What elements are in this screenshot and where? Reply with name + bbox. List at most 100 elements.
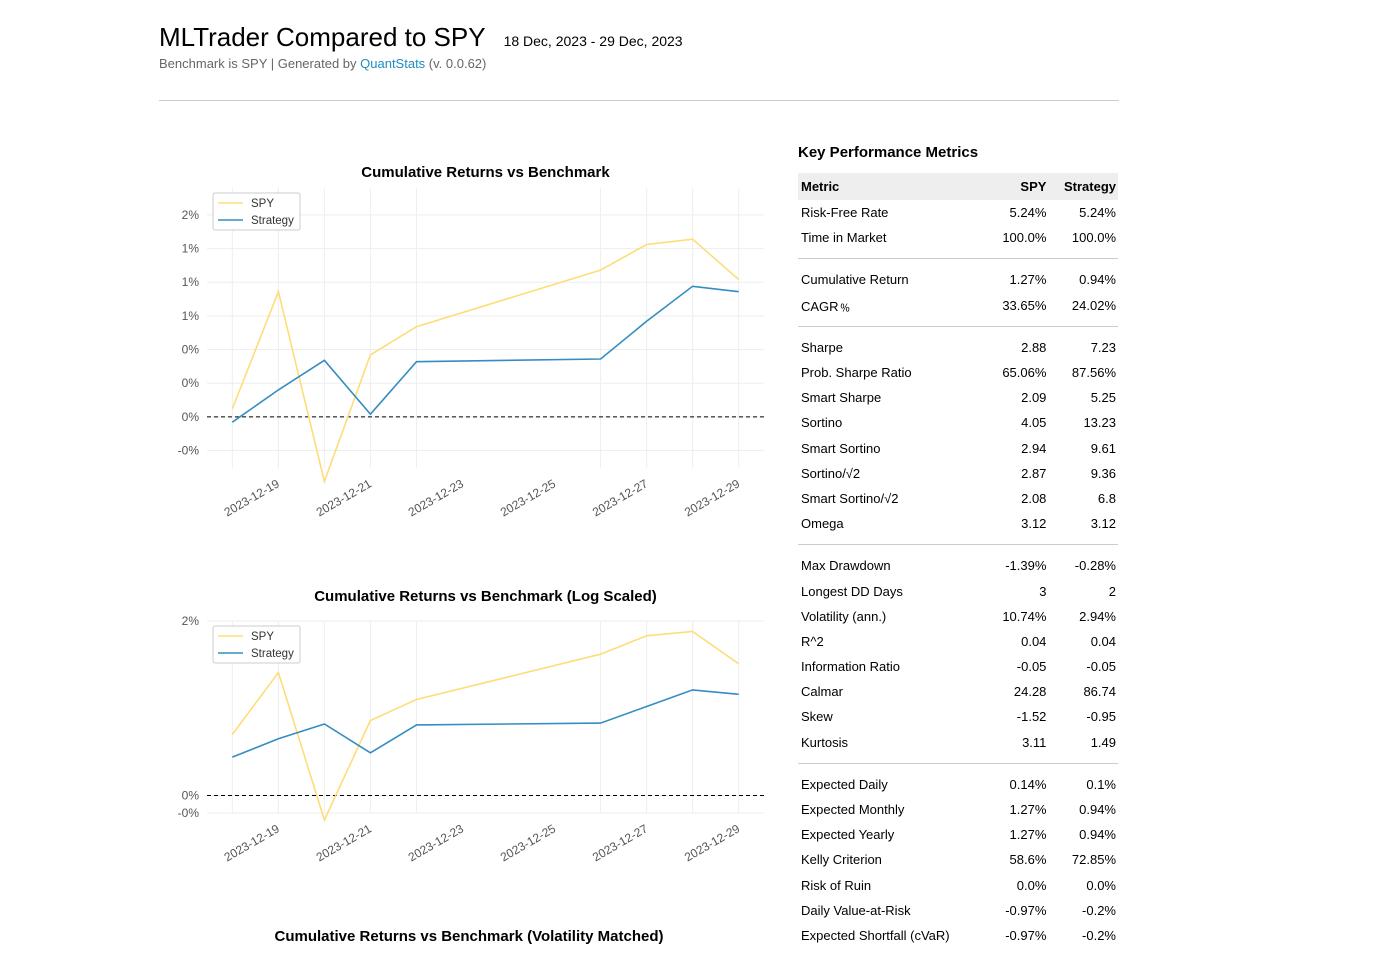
metric-row: Daily Value-at-Risk -0.97% -0.2% bbox=[798, 898, 1118, 923]
metric-name: Sortino bbox=[801, 415, 843, 431]
cumulative-returns-log-chart: Cumulative Returns vs Benchmark (Log Sca… bbox=[150, 580, 780, 880]
metric-strategy-value: 0.0% bbox=[1086, 877, 1116, 893]
metric-strategy-value: 87.56% bbox=[1071, 365, 1116, 381]
key-performance-metrics: Key Performance Metrics Metric SPY Strat… bbox=[798, 140, 1118, 948]
metric-row: Longest DD Days 3 2 bbox=[798, 578, 1118, 603]
metric-name: Expected Monthly bbox=[801, 802, 905, 818]
y-tick-label: 0% bbox=[182, 789, 200, 803]
y-tick-label: 2% bbox=[182, 208, 200, 222]
report-title: MLTrader Compared to SPY bbox=[159, 22, 486, 52]
metric-name: Skew bbox=[801, 709, 833, 725]
metric-row: Smart Sharpe 2.09 5.25 bbox=[798, 385, 1118, 410]
metric-strategy-value: 2.94% bbox=[1079, 608, 1116, 624]
metric-strategy-value: 3.12 bbox=[1090, 516, 1116, 532]
metric-spy-value: 65.06% bbox=[1002, 365, 1047, 381]
metric-row: Expected Yearly 1.27% 0.94% bbox=[798, 822, 1118, 847]
metric-strategy-value: 72.85% bbox=[1071, 852, 1116, 868]
metric-strategy-value: 86.74 bbox=[1083, 684, 1116, 700]
metric-spy-value: 58.6% bbox=[1009, 852, 1047, 868]
metric-spy-value: -0.05 bbox=[1016, 659, 1047, 675]
legend-label-spy: SPY bbox=[251, 631, 274, 643]
metric-row: CAGR﹪ 33.65% 24.02% bbox=[798, 293, 1118, 318]
metric-row: Calmar 24.28 86.74 bbox=[798, 679, 1118, 704]
metric-row: Sortino 4.05 13.23 bbox=[798, 410, 1118, 435]
x-tick-label: 2023-12-19 bbox=[222, 476, 282, 519]
x-tick-label: 2023-12-25 bbox=[498, 476, 558, 519]
subtitle-prefix: Benchmark is SPY | Generated by bbox=[159, 56, 361, 71]
metric-spy-value: 2.08 bbox=[1021, 490, 1047, 506]
metric-spy-value: 100.0% bbox=[1002, 230, 1047, 246]
metric-spy-value: 5.24% bbox=[1009, 205, 1047, 221]
metric-row: Prob. Sharpe Ratio 65.06% 87.56% bbox=[798, 360, 1118, 385]
metric-name: Risk of Ruin bbox=[801, 877, 872, 893]
y-tick-label: 0% bbox=[182, 343, 200, 357]
metric-strategy-value: 5.25 bbox=[1090, 390, 1116, 406]
metric-strategy-value: 9.36 bbox=[1090, 465, 1116, 481]
metric-strategy-value: 1.49 bbox=[1090, 734, 1116, 750]
metric-strategy-value: 100.0% bbox=[1071, 230, 1116, 246]
metrics-separator bbox=[798, 536, 1118, 553]
metric-name: Omega bbox=[801, 516, 844, 532]
metric-spy-value: -0.97% bbox=[1005, 927, 1047, 943]
metric-row: Skew -1.52 -0.95 bbox=[798, 704, 1118, 729]
metric-row: Kurtosis 3.11 1.49 bbox=[798, 730, 1118, 755]
quantstats-link[interactable]: QuantStats bbox=[360, 56, 425, 71]
metric-name: Smart Sortino/√2 bbox=[801, 490, 899, 506]
legend-label-strategy: Strategy bbox=[251, 648, 294, 660]
metric-spy-value: 3.11 bbox=[1022, 734, 1047, 750]
metric-strategy-value: 0.94% bbox=[1079, 802, 1116, 818]
metric-spy-value: 2.09 bbox=[1021, 390, 1047, 406]
metric-name: Calmar bbox=[801, 684, 843, 700]
metric-row: Cumulative Return 1.27% 0.94% bbox=[798, 267, 1118, 292]
report-subtitle: Benchmark is SPY | Generated by QuantSta… bbox=[159, 56, 1119, 71]
x-tick-label: 2023-12-19 bbox=[222, 821, 282, 864]
report-header: MLTrader Compared to SPY 18 Dec, 2023 - … bbox=[159, 22, 1119, 71]
metric-name: Smart Sharpe bbox=[801, 390, 882, 406]
metric-name: Longest DD Days bbox=[801, 583, 903, 599]
volatility-matched-chart-title: Cumulative Returns vs Benchmark (Volatil… bbox=[274, 928, 664, 945]
subtitle-version: (v. 0.0.62) bbox=[425, 56, 487, 71]
metric-spy-value: 4.05 bbox=[1021, 415, 1047, 431]
metrics-table: Metric SPY Strategy Risk-Free Rate 5.24% 5… bbox=[798, 173, 1118, 948]
metric-row: Information Ratio -0.05 -0.05 bbox=[798, 654, 1118, 679]
metric-strategy-value: -0.2% bbox=[1082, 927, 1116, 943]
metric-strategy-value: -0.2% bbox=[1082, 902, 1116, 918]
date-range: 18 Dec, 2023 - 29 Dec, 2023 bbox=[503, 33, 683, 49]
metrics-header-row: Metric SPY Strategy bbox=[798, 173, 1118, 200]
metric-row: Omega 3.12 3.12 bbox=[798, 511, 1118, 536]
y-tick-label: 2% bbox=[182, 614, 200, 628]
metric-name: Smart Sortino bbox=[801, 440, 881, 456]
cumulative-returns-svg: Cumulative Returns vs Benchmark 2% 1% 1% 1% 0… bbox=[178, 164, 764, 519]
x-tick-label: 2023-12-29 bbox=[682, 821, 742, 864]
x-tick-label: 2023-12-23 bbox=[406, 476, 466, 519]
metric-row: Smart Sortino/√2 2.08 6.8 bbox=[798, 486, 1118, 511]
y-tick-label: -0% bbox=[178, 444, 200, 458]
metric-name: Prob. Sharpe Ratio bbox=[801, 365, 912, 381]
metric-spy-value: 0.0% bbox=[1016, 877, 1047, 893]
metric-strategy-value: 7.23 bbox=[1090, 339, 1116, 355]
metric-row: Max Drawdown -1.39% -0.28% bbox=[798, 553, 1118, 578]
metric-name: Risk-Free Rate bbox=[801, 205, 889, 221]
metric-spy-value: 3 bbox=[1039, 583, 1047, 599]
metric-spy-value: 0.14% bbox=[1009, 776, 1047, 792]
metric-strategy-value: 6.8 bbox=[1097, 490, 1116, 506]
legend-label-strategy: Strategy bbox=[251, 215, 294, 227]
metric-spy-value: 10.74% bbox=[1002, 608, 1047, 624]
metric-spy-value: 0.04 bbox=[1021, 633, 1047, 649]
metric-strategy-value: 0.94% bbox=[1079, 272, 1116, 288]
y-tick-label: 1% bbox=[182, 309, 200, 323]
metric-spy-value: 3.12 bbox=[1021, 516, 1047, 532]
metric-name: Expected Daily bbox=[801, 776, 888, 792]
metric-spy-value: 1.27% bbox=[1009, 272, 1047, 288]
strategy-series-line bbox=[232, 689, 739, 758]
metric-strategy-value: -0.95 bbox=[1086, 709, 1116, 725]
metric-spy-value: 2.88 bbox=[1021, 339, 1047, 355]
y-tick-label: 1% bbox=[182, 242, 200, 256]
metric-spy-value: 2.87 bbox=[1021, 465, 1047, 481]
metric-row: Risk of Ruin 0.0% 0.0% bbox=[798, 873, 1118, 898]
x-tick-label: 2023-12-27 bbox=[590, 821, 650, 864]
metric-name: Cumulative Return bbox=[801, 272, 909, 288]
y-tick-label: 0% bbox=[182, 376, 200, 390]
spy-series-line bbox=[231, 630, 740, 823]
metric-row: Risk-Free Rate 5.24% 5.24% bbox=[798, 200, 1118, 225]
